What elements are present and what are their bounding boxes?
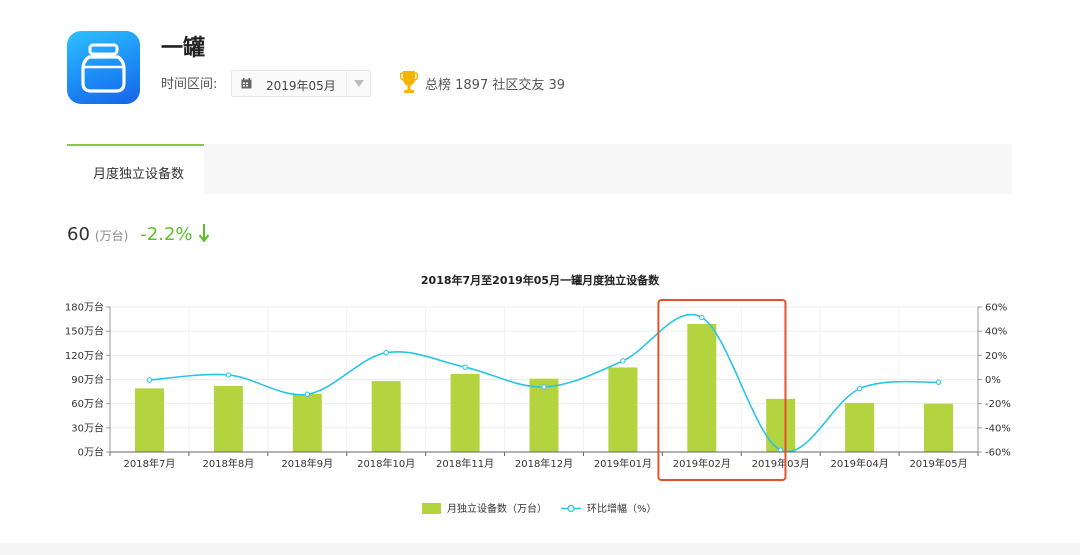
line-point: [699, 314, 705, 321]
x-tick-label: 2018年9月: [281, 457, 333, 470]
y-tick-label-right: -60%: [985, 448, 1011, 459]
y-tick-label-right: 0%: [985, 375, 1001, 386]
bar: [687, 323, 717, 452]
y-tick-label-left: 90万台: [71, 373, 104, 386]
bar: [213, 385, 243, 452]
bar: [608, 367, 638, 452]
line-point: [856, 385, 863, 392]
bar: [371, 381, 401, 452]
x-tick-label: 2019年02月: [673, 457, 731, 470]
y-tick-label-left: 150万台: [65, 325, 104, 338]
y-tick-label-right: 60%: [985, 303, 1007, 314]
chart-title: 2018年7月至2019年05月一罐月度独立设备数: [421, 273, 660, 287]
line-point: [383, 349, 389, 356]
line-point: [146, 377, 153, 383]
bar: [450, 373, 480, 452]
bottom-strip: [0, 543, 1080, 555]
line-point: [620, 358, 626, 364]
y-tick-label-left: 0万台: [78, 446, 104, 459]
legend-line-label: 环比增幅（%）: [587, 502, 657, 515]
x-tick-label: 2018年12月: [515, 457, 573, 470]
bar: [292, 394, 322, 452]
x-tick-label: 2018年11月: [436, 457, 494, 470]
x-tick-label: 2019年04月: [831, 457, 889, 470]
legend-line-marker: [567, 504, 575, 513]
highlight-box: [657, 299, 787, 481]
line-point: [225, 372, 232, 378]
y-tick-label-left: 60万台: [71, 397, 104, 410]
y-tick-label-right: 20%: [985, 351, 1007, 362]
device-chart: 2018年7月至2019年05月一罐月度独立设备数 0万台 30万台 60万台 90万…: [65, 273, 1011, 515]
y-tick-label-left: 180万台: [65, 301, 104, 314]
x-tick-label: 2019年05月: [909, 457, 967, 470]
y-tick-label-right: -20%: [985, 399, 1011, 410]
x-tick-label: 2019年03月: [752, 457, 810, 470]
y-tick-label-right: -40%: [985, 423, 1011, 434]
x-tick-label: 2018年8月: [202, 457, 254, 470]
legend-bar-label: 月独立设备数（万台）: [447, 502, 547, 515]
highlight-layer: [657, 299, 787, 481]
line-point: [462, 364, 468, 370]
chart-legend: 月独立设备数（万台） 环比增幅（%）: [422, 502, 657, 515]
bar: [845, 402, 875, 452]
y-tick-label-left: 120万台: [65, 349, 104, 362]
x-tick-label: 2018年10月: [357, 457, 415, 470]
bar: [924, 403, 954, 452]
bar: [134, 388, 164, 452]
bar: [766, 398, 796, 452]
x-tick-label: 2018年7月: [124, 457, 176, 470]
line-point: [304, 391, 310, 397]
legend-bar-swatch: [422, 503, 441, 514]
y-tick-label-right: 40%: [985, 327, 1007, 338]
line-point: [541, 384, 547, 390]
x-tick-label: 2019年01月: [594, 457, 652, 470]
y-tick-label-left: 30万台: [71, 421, 104, 434]
line-point: [935, 379, 942, 385]
